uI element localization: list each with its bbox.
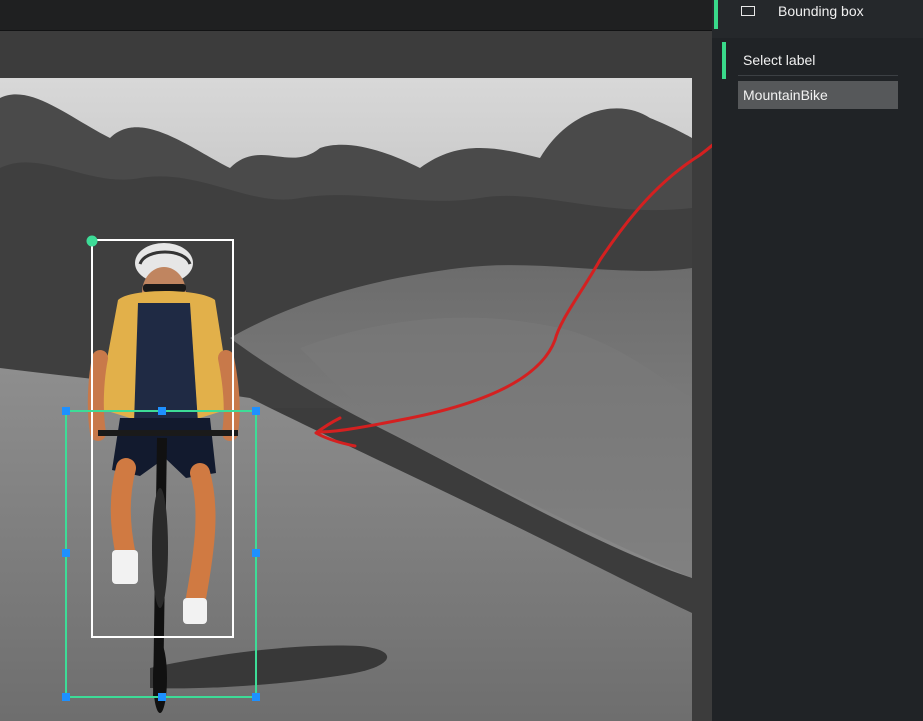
- label-panel-accent: [722, 42, 726, 79]
- select-label-heading: Select label: [743, 52, 816, 68]
- label-panel: Select label MountainBike: [712, 38, 923, 721]
- tool-bounding-box[interactable]: Bounding box: [712, 0, 923, 30]
- active-indicator: [714, 0, 718, 29]
- rectangle-icon: [741, 6, 755, 16]
- tool-label: Bounding box: [778, 3, 864, 19]
- cyclist-photo: [0, 78, 692, 721]
- right-sidebar: Bounding box Select label MountainBike: [712, 0, 923, 721]
- divider: [738, 75, 898, 76]
- label-option-mountainbike[interactable]: MountainBike: [738, 81, 898, 109]
- image-canvas[interactable]: [0, 78, 692, 721]
- top-toolbar: [0, 0, 712, 31]
